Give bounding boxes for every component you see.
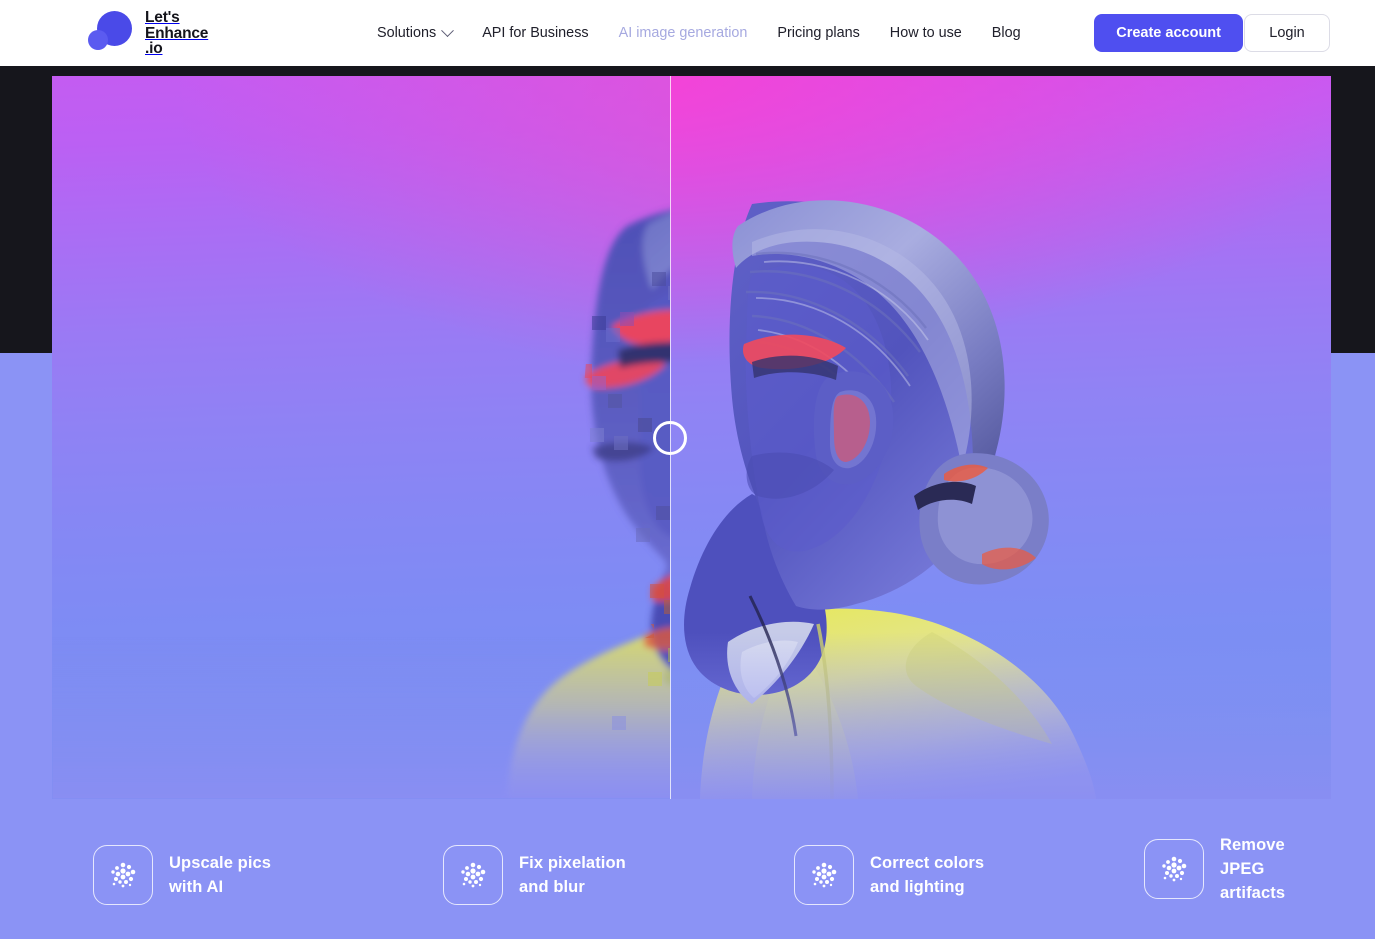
logo-circles-icon	[88, 9, 136, 53]
comparison-slider-handle[interactable]	[653, 421, 687, 455]
nav-item-blog[interactable]: Blog	[992, 25, 1021, 41]
nav-item-how-to-use[interactable]: How to use	[890, 25, 962, 41]
feature-label: Correct colors and lighting	[870, 854, 985, 896]
nav-label-ai-image-generation: AI image generation	[618, 25, 748, 41]
feature-label: Remove JPEG artifacts	[1220, 836, 1286, 902]
feature-list: Upscale pics with AI Fix pixelation and …	[0, 836, 1375, 939]
feature-item-upscale-pics[interactable]: Upscale pics with AI	[93, 845, 271, 905]
nav-item-api-for-business[interactable]: API for Business	[482, 25, 588, 41]
ukraine-flag-icon	[183, 11, 202, 23]
feature-item-remove-jpeg-artifacts[interactable]: Remove JPEG artifacts	[1144, 833, 1285, 905]
nav-label-pricing-plans: Pricing plans	[777, 25, 860, 41]
feature-item-correct-colors[interactable]: Correct colors and lighting	[794, 845, 984, 905]
nav-label-api-for-business: API for Business	[482, 25, 589, 41]
nav-label-how-to-use: How to use	[889, 25, 962, 41]
before-after-comparison[interactable]	[52, 76, 1331, 799]
nav-item-pricing-plans[interactable]: Pricing plans	[777, 25, 859, 41]
main-navigation: Solutions API for Business AI image gene…	[377, 0, 1021, 66]
nav-item-ai-image-generation[interactable]: AI image generation	[619, 25, 748, 41]
nav-label-blog: Blog	[991, 25, 1021, 41]
create-account-button[interactable]: Create account	[1094, 14, 1243, 52]
feature-item-fix-pixelation[interactable]: Fix pixelation and blur	[443, 845, 626, 905]
nav-item-solutions[interactable]: Solutions	[377, 23, 455, 41]
login-button[interactable]: Login	[1244, 14, 1330, 52]
chevron-down-icon	[441, 23, 455, 37]
dot-cluster-icon	[794, 845, 854, 905]
site-header: Let's Enhance .io Solutions API for Busi…	[0, 0, 1375, 66]
dot-cluster-icon	[1144, 839, 1204, 899]
nav-label-solutions: Solutions	[377, 25, 437, 41]
feature-label: Upscale pics with AI	[169, 854, 272, 896]
dot-cluster-icon	[93, 845, 153, 905]
feature-label: Fix pixelation and blur	[519, 854, 626, 896]
dot-cluster-icon	[443, 845, 503, 905]
